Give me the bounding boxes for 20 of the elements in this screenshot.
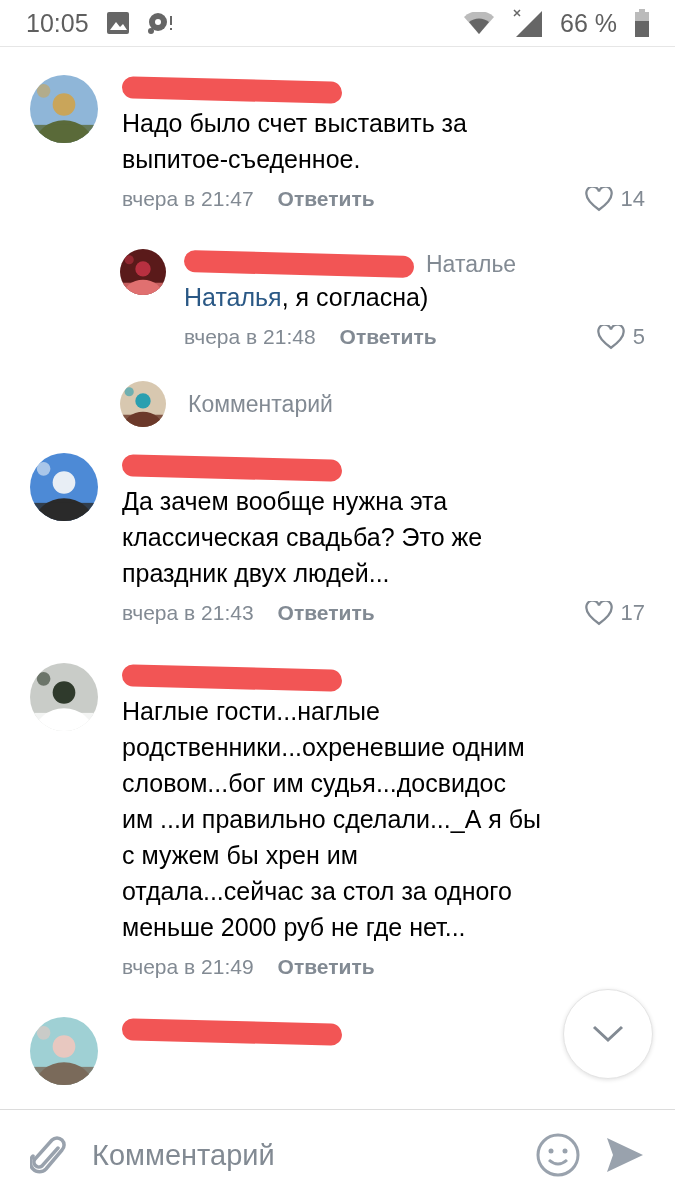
- status-time: 10:05: [26, 8, 89, 38]
- comment-text: Наглые гости...наглые родственники...охреневшие одним словом...бог им судья...досвидос им ...и правильно сделали..._А я бы с мужем бы хрен им отдала...сейчас за стол за одного меньше 2000 руб не где нет...: [122, 696, 542, 943]
- comment-date: вчера в 21:48: [184, 325, 316, 349]
- comment-date: вчера в 21:43: [122, 601, 254, 625]
- comment-prompt[interactable]: Комментарий: [188, 390, 333, 418]
- reply-button[interactable]: Ответить: [339, 325, 437, 349]
- battery-level: 66 %: [560, 8, 617, 38]
- comment-text: Наталья, я согласна): [184, 282, 430, 313]
- comment-text: Надо было счет выставить за выпитое-съеденное.: [122, 108, 468, 175]
- reply-button[interactable]: Ответить: [277, 955, 375, 979]
- like-button[interactable]: 14: [584, 186, 645, 212]
- comment-date: вчера в 21:49: [122, 955, 254, 979]
- like-button[interactable]: 17: [584, 600, 645, 626]
- mention-link[interactable]: Наталья: [184, 283, 282, 311]
- reply-button[interactable]: Ответить: [277, 601, 375, 625]
- reply-target: Наталье: [426, 250, 517, 278]
- comment-text: Да зачем вообще нужна эта классическая свадьба? Это же праздник двух людей...: [122, 486, 484, 589]
- comment-date: вчера в 21:47: [122, 187, 254, 211]
- like-button[interactable]: 5: [596, 324, 645, 350]
- reply-button[interactable]: Ответить: [277, 187, 375, 211]
